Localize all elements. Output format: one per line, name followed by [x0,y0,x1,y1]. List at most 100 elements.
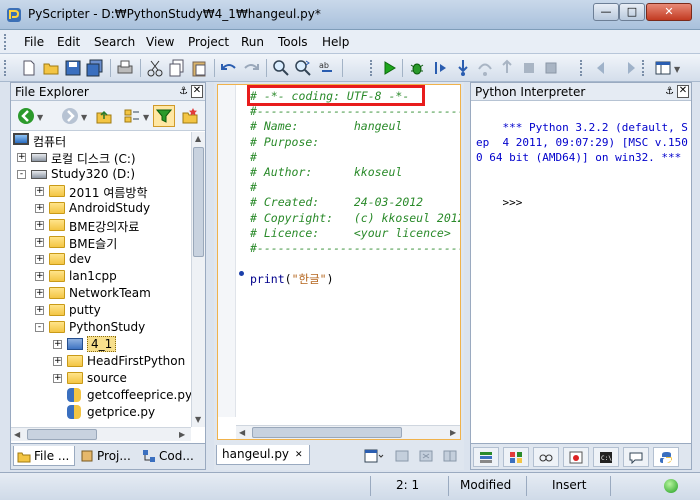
chevron-down-icon[interactable]: ▼ [37,113,43,122]
code-line[interactable]: # [250,150,460,165]
tree-item[interactable]: + source [11,370,191,387]
tree-item[interactable]: +2011 여름방학 [11,183,191,200]
open-folder-icon[interactable] [42,59,60,77]
save-icon[interactable] [64,59,82,77]
filter-button[interactable] [153,105,175,127]
scroll-right-icon[interactable]: ▶ [179,430,185,439]
abort-icon[interactable] [542,59,560,77]
step-into-icon[interactable] [454,59,472,77]
expand-icon[interactable]: + [35,238,44,247]
scroll-thumb[interactable] [193,147,204,257]
find-icon[interactable] [272,59,290,77]
file-tree-horizontal-scrollbar[interactable]: ◀ ▶ [11,427,191,441]
expand-icon[interactable]: + [53,374,62,383]
code-line[interactable]: # Copyright: (c) kkoseul 2012 [250,211,460,226]
tree-item[interactable]: +4_1 [11,336,191,353]
split-view-icon[interactable] [442,448,458,464]
forward-icon[interactable] [61,107,79,125]
menu-help[interactable]: Help [322,35,349,49]
tree-item[interactable]: - PythonStudy [11,319,191,336]
collapse-icon[interactable]: - [17,170,26,179]
step-out-icon[interactable] [498,59,516,77]
close-tab-icon[interactable]: ✕ [295,446,303,465]
tree-item[interactable]: + HeadFirstPython [11,353,191,370]
file-tree-vertical-scrollbar[interactable]: ▲ ▼ [191,132,205,427]
tree-item[interactable]: + dev [11,251,191,268]
file-list-icon[interactable] [364,448,384,464]
tab-breakpoints[interactable] [563,447,589,467]
expand-icon[interactable]: + [53,340,62,349]
menu-file[interactable]: File [24,35,44,49]
tab-python-interpreter[interactable] [653,447,679,467]
tab-variables[interactable] [503,447,529,467]
expand-icon[interactable]: + [35,255,44,264]
redo-icon[interactable] [242,59,260,77]
expand-icon[interactable]: + [35,289,44,298]
menu-run[interactable]: Run [241,35,264,49]
code-line[interactable]: #------------------------------------- [250,241,460,256]
chevron-down-icon[interactable]: ▼ [81,113,87,122]
scroll-thumb[interactable] [27,429,97,440]
tree-item[interactable]: getprice.py [11,404,191,421]
code-line[interactable] [250,256,460,271]
code-line[interactable]: # Licence: <your licence> [250,226,460,241]
tab-output[interactable]: C:\ [593,447,619,467]
pin-icon[interactable]: ⚓ [665,86,675,97]
close-window-button[interactable]: ✕ [646,3,692,21]
scroll-left-icon[interactable]: ◀ [239,428,245,437]
expand-icon[interactable]: + [35,204,44,213]
scroll-thumb[interactable] [252,427,402,438]
layouts-icon[interactable] [654,59,672,77]
menu-project[interactable]: Project [188,35,229,49]
menu-grip-handle[interactable] [4,34,8,50]
code-editor[interactable]: # -*- coding: UTF-8 -*- #----------------… [217,84,461,440]
expand-icon[interactable]: + [17,153,26,162]
code-line[interactable]: # Name: hangeul [250,119,460,134]
tab-watches[interactable] [533,447,559,467]
menu-tools[interactable]: Tools [278,35,308,49]
back-arrow-icon[interactable] [592,59,610,77]
forward-arrow-icon[interactable] [622,59,640,77]
run-to-cursor-icon[interactable] [432,59,450,77]
menu-edit[interactable]: Edit [57,35,80,49]
code-line[interactable]: # Created: 24-03-2012 [250,195,460,210]
tab-call-stack[interactable] [473,447,499,467]
debug-icon[interactable] [408,59,426,77]
new-file-icon[interactable] [20,59,38,77]
maximize-button[interactable]: □ [619,3,645,21]
toolbar-grip-handle[interactable] [370,60,374,76]
expand-icon[interactable]: + [35,272,44,281]
back-icon[interactable] [17,107,35,125]
code-line[interactable]: print("한글") [250,271,460,286]
scroll-right-icon[interactable]: ▶ [450,428,456,437]
tree-item[interactable]: + AndroidStudy [11,200,191,217]
pin-icon[interactable]: ⚓ [179,86,189,97]
toolbar-grip-handle[interactable] [642,60,646,76]
cut-icon[interactable] [146,59,164,77]
undo-icon[interactable] [220,59,238,77]
expand-icon[interactable]: + [53,357,62,366]
expand-icon[interactable]: + [35,306,44,315]
close-panel-icon[interactable]: ✕ [677,85,689,98]
paste-icon[interactable] [190,59,208,77]
chevron-down-icon[interactable]: ▼ [143,113,149,122]
interpreter-console[interactable]: *** Python 3.2.2 (default, Sep 4 2011, 0… [476,105,688,225]
copy-icon[interactable] [168,59,186,77]
minimize-button[interactable]: — [593,3,619,21]
tree-item[interactable]: 컴퓨터 [11,132,191,149]
pause-icon[interactable] [520,59,538,77]
tree-item[interactable]: + 로컬 디스크 (C:) [11,149,191,166]
scroll-left-icon[interactable]: ◀ [14,430,20,439]
close-all-tabs-icon[interactable] [418,448,434,464]
menu-view[interactable]: View [146,35,174,49]
code-text[interactable]: # -*- coding: UTF-8 -*- #----------------… [250,89,460,286]
tab-code-explorer[interactable]: Cod... [139,446,203,466]
tree-item[interactable]: + putty [11,302,191,319]
scroll-down-icon[interactable]: ▼ [195,415,201,424]
scroll-up-icon[interactable]: ▲ [195,134,201,143]
tree-item[interactable]: - Study320 (D:) [11,166,191,183]
editor-horizontal-scrollbar[interactable]: ◀ ▶ [236,425,460,439]
menu-search[interactable]: Search [94,35,135,49]
tree-item[interactable]: + NetworkTeam [11,285,191,302]
tab-project-explorer[interactable]: Proj... [77,446,137,466]
